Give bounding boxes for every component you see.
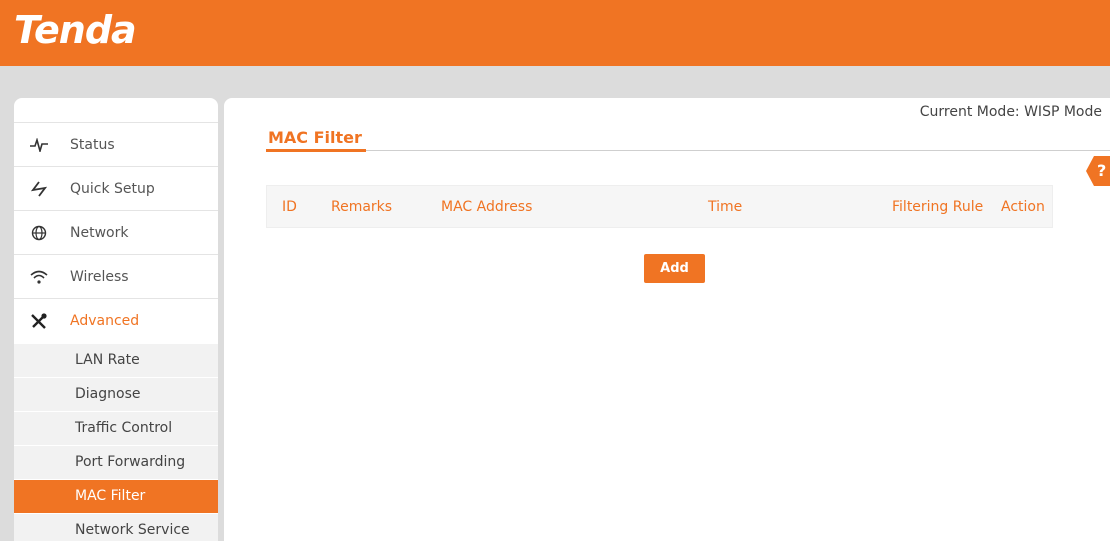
top-banner: Tenda — [0, 0, 1110, 66]
help-button[interactable]: ? — [1086, 156, 1110, 186]
page-title: MAC Filter — [268, 128, 362, 147]
sidebar-item-label: Status — [70, 136, 115, 153]
wifi-icon — [28, 266, 50, 288]
advanced-submenu: LAN Rate Diagnose Traffic Control Port F… — [14, 344, 218, 541]
sidebar-item-network[interactable]: Network — [14, 210, 218, 254]
column-mac-address: MAC Address — [441, 199, 533, 215]
banner-strip — [0, 66, 1110, 98]
column-remarks: Remarks — [331, 199, 393, 215]
submenu-item-traffic-control[interactable]: Traffic Control — [14, 412, 218, 446]
column-time: Time — [708, 199, 743, 215]
submenu-item-lan-rate[interactable]: LAN Rate — [14, 344, 218, 378]
sidebar-item-label: Wireless — [70, 268, 129, 285]
sidebar-item-label: Advanced — [70, 312, 140, 329]
sidebar-item-wireless[interactable]: Wireless — [14, 254, 218, 298]
sidebar: Status Quick Setup Network Wireless Adva… — [14, 98, 218, 541]
column-id: ID — [282, 199, 297, 215]
tenda-logo: Tenda — [14, 8, 137, 52]
submenu-item-network-service[interactable]: Network Service — [14, 514, 218, 541]
sidebar-item-label: Network — [70, 224, 129, 241]
submenu-item-port-forwarding[interactable]: Port Forwarding — [14, 446, 218, 480]
submenu-item-diagnose[interactable]: Diagnose — [14, 378, 218, 412]
help-label: ? — [1097, 161, 1107, 180]
pulse-icon — [28, 134, 50, 156]
sidebar-item-quick-setup[interactable]: Quick Setup — [14, 166, 218, 210]
tools-icon — [28, 310, 50, 332]
main-panel: Current Mode: WISP Mode MAC Filter ? ID … — [224, 98, 1110, 541]
lightning-icon — [28, 178, 50, 200]
submenu-item-mac-filter[interactable]: MAC Filter — [14, 480, 218, 514]
sidebar-item-advanced[interactable]: Advanced — [14, 298, 218, 342]
sidebar-item-label: Quick Setup — [70, 180, 155, 197]
add-button[interactable]: Add — [644, 254, 705, 283]
title-divider — [266, 150, 1110, 151]
column-action: Action — [1001, 199, 1045, 215]
title-underline — [266, 149, 366, 152]
mac-filter-table-header: ID Remarks MAC Address Time Filtering Ru… — [266, 185, 1053, 228]
column-filtering-rule: Filtering Rule — [892, 199, 984, 215]
sidebar-item-status[interactable]: Status — [14, 122, 218, 166]
globe-icon — [28, 222, 50, 244]
current-mode-text: Current Mode: WISP Mode — [919, 104, 1102, 120]
